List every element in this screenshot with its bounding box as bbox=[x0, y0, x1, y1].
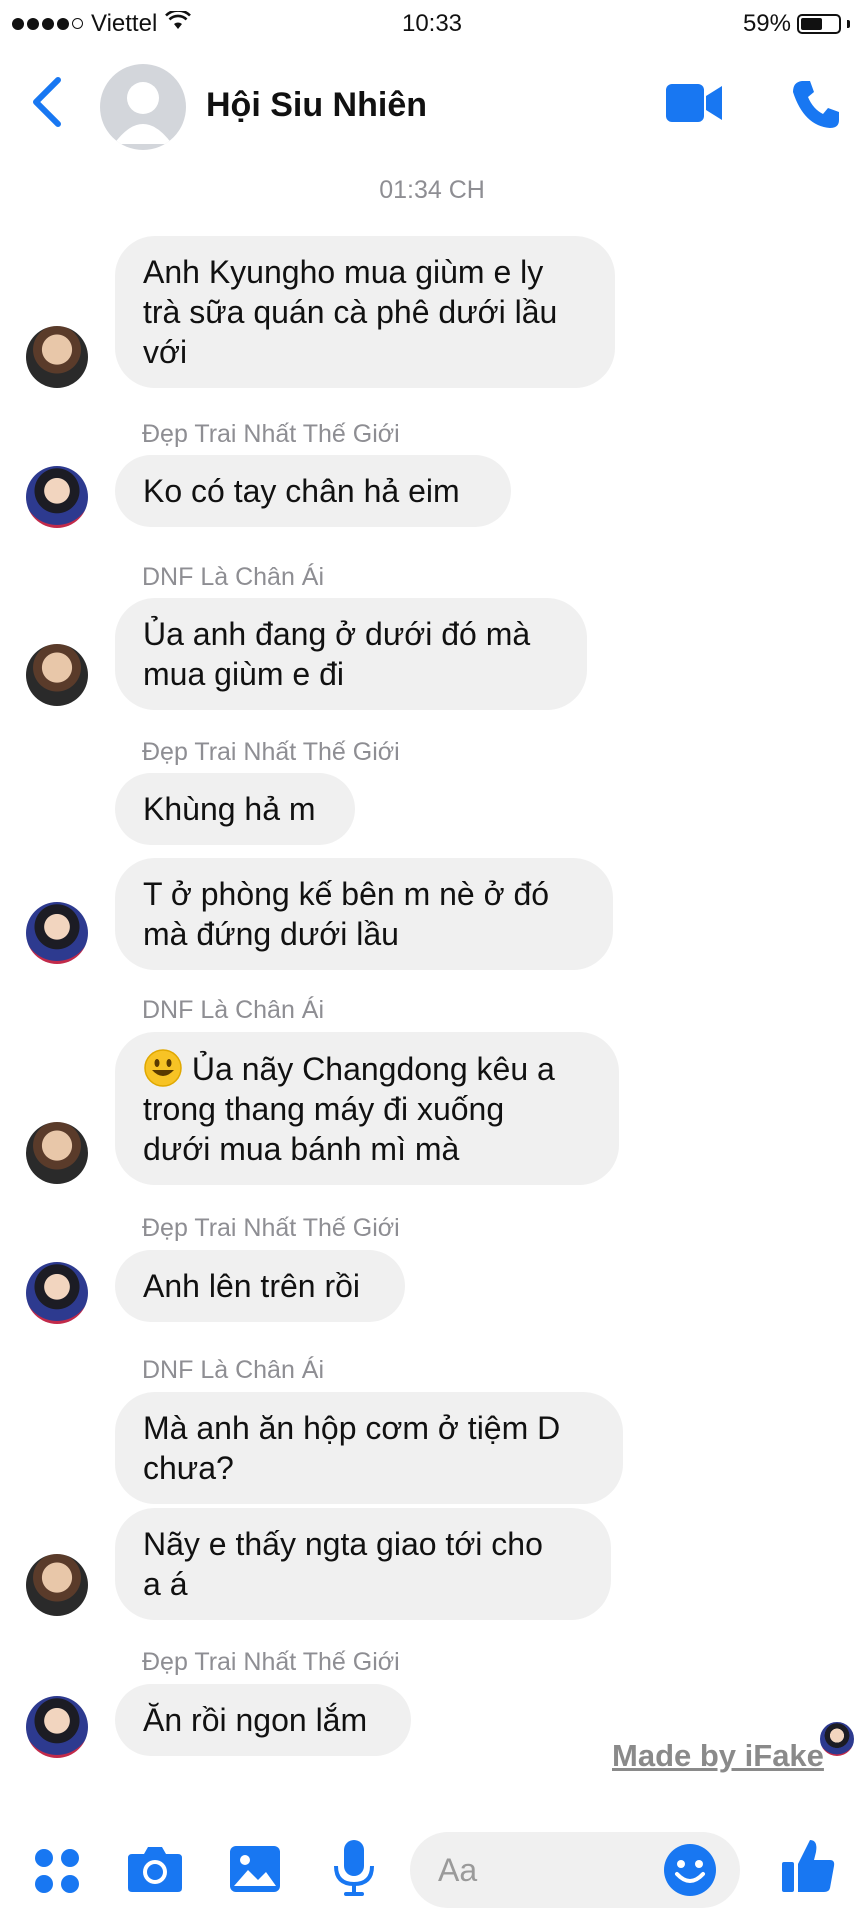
status-bar: Viettel 10:33 59% bbox=[0, 0, 864, 46]
sender-name: Đẹp Trai Nhất Thế Giới bbox=[142, 1214, 400, 1242]
message-line: Anh lên trên rồi bbox=[143, 1268, 361, 1304]
message-line: mà đứng dưới lầu bbox=[143, 916, 399, 952]
chat-header: Hội Siu Nhiên bbox=[0, 46, 864, 166]
more-apps-button[interactable] bbox=[32, 1846, 82, 1901]
seen-indicator-avatar bbox=[818, 1720, 856, 1758]
sender-name: DNF Là Chân Ái bbox=[142, 563, 325, 591]
message-line: trà sữa quán cà phê dưới lầu bbox=[143, 294, 558, 330]
message-input[interactable]: Aa bbox=[410, 1832, 740, 1908]
image-icon bbox=[230, 1846, 280, 1892]
four-dots-icon bbox=[35, 1849, 79, 1893]
watermark: Made by iFake bbox=[612, 1738, 824, 1773]
message-line: mua giùm e đi bbox=[143, 656, 344, 692]
message-line: dưới mua bánh mì mà bbox=[143, 1131, 460, 1167]
message-line: Ăn rồi ngon lắm bbox=[143, 1702, 368, 1738]
message-bubble[interactable]: Anh lên trên rồi bbox=[115, 1250, 405, 1322]
message-input-placeholder: Aa bbox=[438, 1852, 478, 1888]
message-line: với bbox=[143, 334, 188, 370]
sender-avatar[interactable] bbox=[26, 902, 88, 964]
message-bubble[interactable]: Ủa anh đang ở dưới đó mà mua giùm e đi bbox=[115, 598, 587, 710]
message-bubble[interactable]: Mà anh ăn hộp cơm ở tiệm D chưa? bbox=[115, 1392, 623, 1504]
message-line: Ko có tay chân hả eim bbox=[143, 473, 460, 509]
battery-percent: 59% bbox=[742, 10, 791, 37]
group-avatar[interactable] bbox=[100, 64, 186, 150]
microphone-icon bbox=[334, 1840, 374, 1896]
message-bubble[interactable]: Ăn rồi ngon lắm bbox=[115, 1684, 411, 1756]
message-line: a á bbox=[143, 1566, 188, 1602]
sender-avatar[interactable] bbox=[26, 1262, 88, 1324]
message-line: Nãy e thấy ngta giao tới cho bbox=[143, 1526, 543, 1562]
message-line: Anh Kyungho mua giùm e ly bbox=[143, 254, 544, 290]
message-line: chưa? bbox=[143, 1450, 234, 1486]
message-bubble[interactable]: Ko có tay chân hả eim bbox=[115, 455, 511, 527]
clock: 10:33 bbox=[401, 10, 463, 37]
video-camera-icon bbox=[666, 84, 722, 122]
message-line: trong thang máy đi xuống bbox=[143, 1091, 505, 1127]
battery-icon bbox=[797, 14, 841, 34]
message-text: Ủa nãy Changdong kêu a bbox=[191, 1051, 555, 1087]
message-bubble[interactable]: T ở phòng kế bên m nè ở đó mà đứng dưới … bbox=[115, 858, 613, 970]
message-bubble[interactable]: Anh Kyungho mua giùm e ly trà sữa quán c… bbox=[115, 236, 615, 388]
gallery-button[interactable] bbox=[228, 1842, 282, 1901]
message-line: Ủa anh đang ở dưới đó mà bbox=[143, 616, 531, 652]
message-line: Mà anh ăn hộp cơm ở tiệm D bbox=[143, 1410, 561, 1446]
sender-avatar[interactable] bbox=[26, 1122, 88, 1184]
sender-avatar[interactable] bbox=[26, 466, 88, 528]
message-line: Khùng hả m bbox=[143, 791, 316, 827]
message-bubble[interactable]: Nãy e thấy ngta giao tới cho a á bbox=[115, 1508, 611, 1620]
voice-call-button[interactable] bbox=[790, 78, 842, 135]
camera-icon bbox=[128, 1847, 182, 1892]
message-bubble[interactable]: Ủa nãy Changdong kêu a trong thang máy đ… bbox=[115, 1032, 619, 1185]
thumbs-up-icon bbox=[782, 1840, 835, 1892]
sender-avatar[interactable] bbox=[26, 644, 88, 706]
sender-name: DNF Là Chân Ái bbox=[142, 1356, 325, 1384]
sender-name: Đẹp Trai Nhất Thế Giới bbox=[142, 1648, 400, 1676]
smiley-icon bbox=[664, 1844, 716, 1896]
like-button[interactable] bbox=[780, 1836, 836, 1901]
sender-name: DNF Là Chân Ái bbox=[142, 996, 325, 1024]
sender-name: Đẹp Trai Nhất Thế Giới bbox=[142, 420, 400, 448]
smiley-emoji-icon bbox=[144, 1049, 182, 1087]
sender-avatar[interactable] bbox=[26, 1554, 88, 1616]
message-line: Ủa nãy Changdong kêu a bbox=[143, 1048, 591, 1089]
emoji-button[interactable] bbox=[662, 1842, 718, 1903]
video-call-button[interactable] bbox=[664, 80, 724, 131]
sender-avatar[interactable] bbox=[26, 326, 88, 388]
sender-avatar[interactable] bbox=[26, 1696, 88, 1758]
conversation-timestamp: 01:34 CH bbox=[379, 176, 485, 204]
camera-button[interactable] bbox=[126, 1842, 184, 1901]
chevron-left-icon bbox=[33, 77, 61, 127]
conversation-title[interactable]: Hội Siu Nhiên bbox=[206, 86, 427, 125]
message-line: T ở phòng kế bên m nè ở đó bbox=[143, 876, 550, 912]
battery-status: 59% bbox=[743, 10, 850, 38]
voice-record-button[interactable] bbox=[332, 1838, 376, 1905]
back-button[interactable] bbox=[28, 74, 68, 135]
phone-icon bbox=[793, 81, 839, 128]
person-placeholder-icon bbox=[114, 82, 172, 144]
composer-bar: Aa bbox=[0, 1820, 864, 1920]
message-bubble[interactable]: Khùng hả m bbox=[115, 773, 355, 845]
sender-name: Đẹp Trai Nhất Thế Giới bbox=[142, 738, 400, 766]
